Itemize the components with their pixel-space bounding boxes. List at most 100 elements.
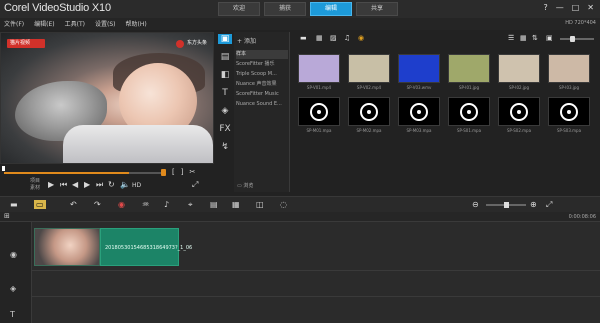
next-frame-icon[interactable]: ▶ xyxy=(84,180,90,189)
redo-icon[interactable]: ↷ xyxy=(94,200,101,209)
transition-icon[interactable]: ◧ xyxy=(221,70,230,80)
video-track-icon[interactable]: ◉ xyxy=(10,250,17,259)
mark-out-button[interactable]: ] xyxy=(181,168,184,176)
browse-button[interactable]: ▭ 浏览 xyxy=(237,182,253,189)
enlarge-icon[interactable]: ⤢ xyxy=(192,180,198,190)
media-thumbnail[interactable] xyxy=(298,97,340,126)
menu-help[interactable]: 帮助(H) xyxy=(125,19,146,28)
thumbnail-view-icon[interactable]: ▦ xyxy=(520,34,527,42)
zoom-out-icon[interactable]: ⊖ xyxy=(472,200,479,209)
watermark-logo-icon xyxy=(175,39,184,48)
list-view-icon[interactable]: ☰ xyxy=(508,34,514,42)
media-thumbnail[interactable] xyxy=(548,97,590,126)
menu-edit[interactable]: 编辑(E) xyxy=(34,19,54,28)
show-photos-icon[interactable]: ▨ xyxy=(330,34,337,42)
record-capture-icon[interactable]: ◉ xyxy=(118,200,125,209)
media-library-icon[interactable]: ▣ xyxy=(218,34,232,44)
app-window: Corel VideoStudio X10 欢迎 捕获 编辑 共享 ? — □ … xyxy=(0,0,600,323)
menu-file[interactable]: 文件(F) xyxy=(4,19,24,28)
timeline-ruler[interactable]: ⊞ 0:00:08:06 xyxy=(0,212,600,222)
app-logo: Corel VideoStudio X10 xyxy=(4,2,111,14)
sort-icon[interactable]: ⇅ xyxy=(532,34,538,42)
mark-in-button[interactable]: [ xyxy=(172,168,175,176)
slider-knob[interactable] xyxy=(570,36,575,42)
volume-icon[interactable]: 🔈 xyxy=(120,180,130,189)
storyboard-view-icon[interactable]: ▬ xyxy=(10,200,18,209)
media-thumbnail[interactable] xyxy=(448,97,490,126)
browse-label: 浏览 xyxy=(243,183,254,189)
repeat-icon[interactable]: ↻ xyxy=(108,180,115,189)
previous-frame-icon[interactable]: ◀ xyxy=(72,180,78,189)
audio-disc-icon xyxy=(510,103,528,121)
media-thumbnail[interactable] xyxy=(498,97,540,126)
library-item-scorefitter-music[interactable]: ScoreFitter Music xyxy=(236,90,288,99)
track-manager-icon[interactable]: ⊞ xyxy=(4,212,10,220)
filter-fx-icon[interactable]: FX xyxy=(219,124,230,134)
library-item-scorefitter-cn[interactable]: ScoreFitter 播乐 xyxy=(236,60,288,69)
media-thumbnail-caption: SP-V03.wmv xyxy=(406,85,432,90)
options-icon[interactable]: ▣ xyxy=(546,34,553,42)
title-icon[interactable]: T xyxy=(222,88,228,98)
mark-buttons: [ ] ✂ xyxy=(172,168,195,176)
subtitle-editor-icon[interactable]: ▤ xyxy=(210,200,218,209)
fit-project-icon[interactable]: ⤢ xyxy=(546,200,552,210)
end-icon[interactable]: ⏭ xyxy=(96,180,103,190)
thumbnail-size-slider[interactable] xyxy=(560,36,594,42)
media-thumbnail[interactable] xyxy=(398,97,440,126)
graphics-icon[interactable]: ◈ xyxy=(222,106,229,116)
timeline-view-icon[interactable]: ▭ xyxy=(34,200,46,209)
zoom-slider[interactable] xyxy=(486,202,526,208)
library-item-nuance-sound[interactable]: Nuance Sound E... xyxy=(236,100,288,109)
show-audio-icon[interactable]: ♫ xyxy=(344,34,350,42)
media-thumbnail[interactable] xyxy=(548,54,590,83)
video-clip-thumbnail[interactable] xyxy=(34,228,100,266)
media-thumbnail[interactable] xyxy=(348,97,390,126)
menu-tools[interactable]: 工具(T) xyxy=(65,19,85,28)
tab-share[interactable]: 共享 xyxy=(356,2,398,16)
library-item-samples[interactable]: 样本 xyxy=(236,50,288,59)
instant-project-icon[interactable]: ▤ xyxy=(221,52,230,62)
menu-settings[interactable]: 设置(S) xyxy=(95,19,116,28)
media-thumbnail[interactable] xyxy=(448,54,490,83)
minimize-icon[interactable]: — xyxy=(556,3,564,12)
title-track-icon[interactable]: T xyxy=(10,310,15,319)
tab-welcome[interactable]: 欢迎 xyxy=(218,2,260,16)
help-icon[interactable]: ? xyxy=(543,3,547,12)
library-item-triple-scoop[interactable]: Triple Scoop M... xyxy=(236,70,288,79)
online-content-icon[interactable]: ◉ xyxy=(358,34,364,42)
play-icon[interactable]: ▶ xyxy=(48,180,54,189)
zoom-knob[interactable] xyxy=(504,202,509,208)
add-folder-button[interactable]: + 添加 xyxy=(237,36,256,45)
home-icon[interactable]: ⏮ xyxy=(60,180,67,190)
sound-mixer-icon[interactable]: ♒ xyxy=(142,200,149,209)
mask-creator-icon[interactable]: ◌ xyxy=(280,200,287,209)
overlay-track-icon[interactable]: ◈ xyxy=(10,284,16,293)
media-thumbnail[interactable] xyxy=(348,54,390,83)
library-item-nuance-cn[interactable]: Nuance 声音效果 xyxy=(236,80,288,89)
media-thumbnail[interactable] xyxy=(398,54,440,83)
media-thumbnail[interactable] xyxy=(298,54,340,83)
split-screen-icon[interactable]: ◫ xyxy=(256,200,264,209)
zoom-in-icon[interactable]: ⊕ xyxy=(530,200,537,209)
media-thumbnail[interactable] xyxy=(498,54,540,83)
media-thumbnail-caption: SP-M03.mpa xyxy=(406,128,432,133)
tab-edit[interactable]: 编辑 xyxy=(310,2,352,16)
scrub-handle[interactable] xyxy=(161,169,166,176)
mark-in-icon[interactable] xyxy=(2,166,5,171)
close-icon[interactable]: ✕ xyxy=(587,3,594,12)
motion-tracking-icon[interactable]: ⌖ xyxy=(188,200,193,210)
auto-music-icon[interactable]: ♪ xyxy=(164,200,169,209)
video-clip[interactable]: 2018053015468531864973?_1_06 xyxy=(100,228,192,266)
hd-icon[interactable]: HD xyxy=(132,182,141,189)
split-clip-icon[interactable]: ✂ xyxy=(189,168,195,176)
multi-camera-icon[interactable]: ▦ xyxy=(232,200,240,209)
undo-icon[interactable]: ↶ xyxy=(70,200,77,209)
show-videos-icon[interactable]: ▦ xyxy=(316,34,323,42)
media-thumbnail-caption: SP-M02.mpa xyxy=(356,128,382,133)
import-folder-icon[interactable]: ▬ xyxy=(300,34,307,42)
tab-capture[interactable]: 捕获 xyxy=(264,2,306,16)
progress-track[interactable] xyxy=(4,172,164,174)
maximize-icon[interactable]: □ xyxy=(572,3,580,12)
library-folder-list: + 添加 样本 ScoreFitter 播乐 Triple Scoop M...… xyxy=(234,32,290,192)
path-icon[interactable]: ↯ xyxy=(221,142,229,152)
